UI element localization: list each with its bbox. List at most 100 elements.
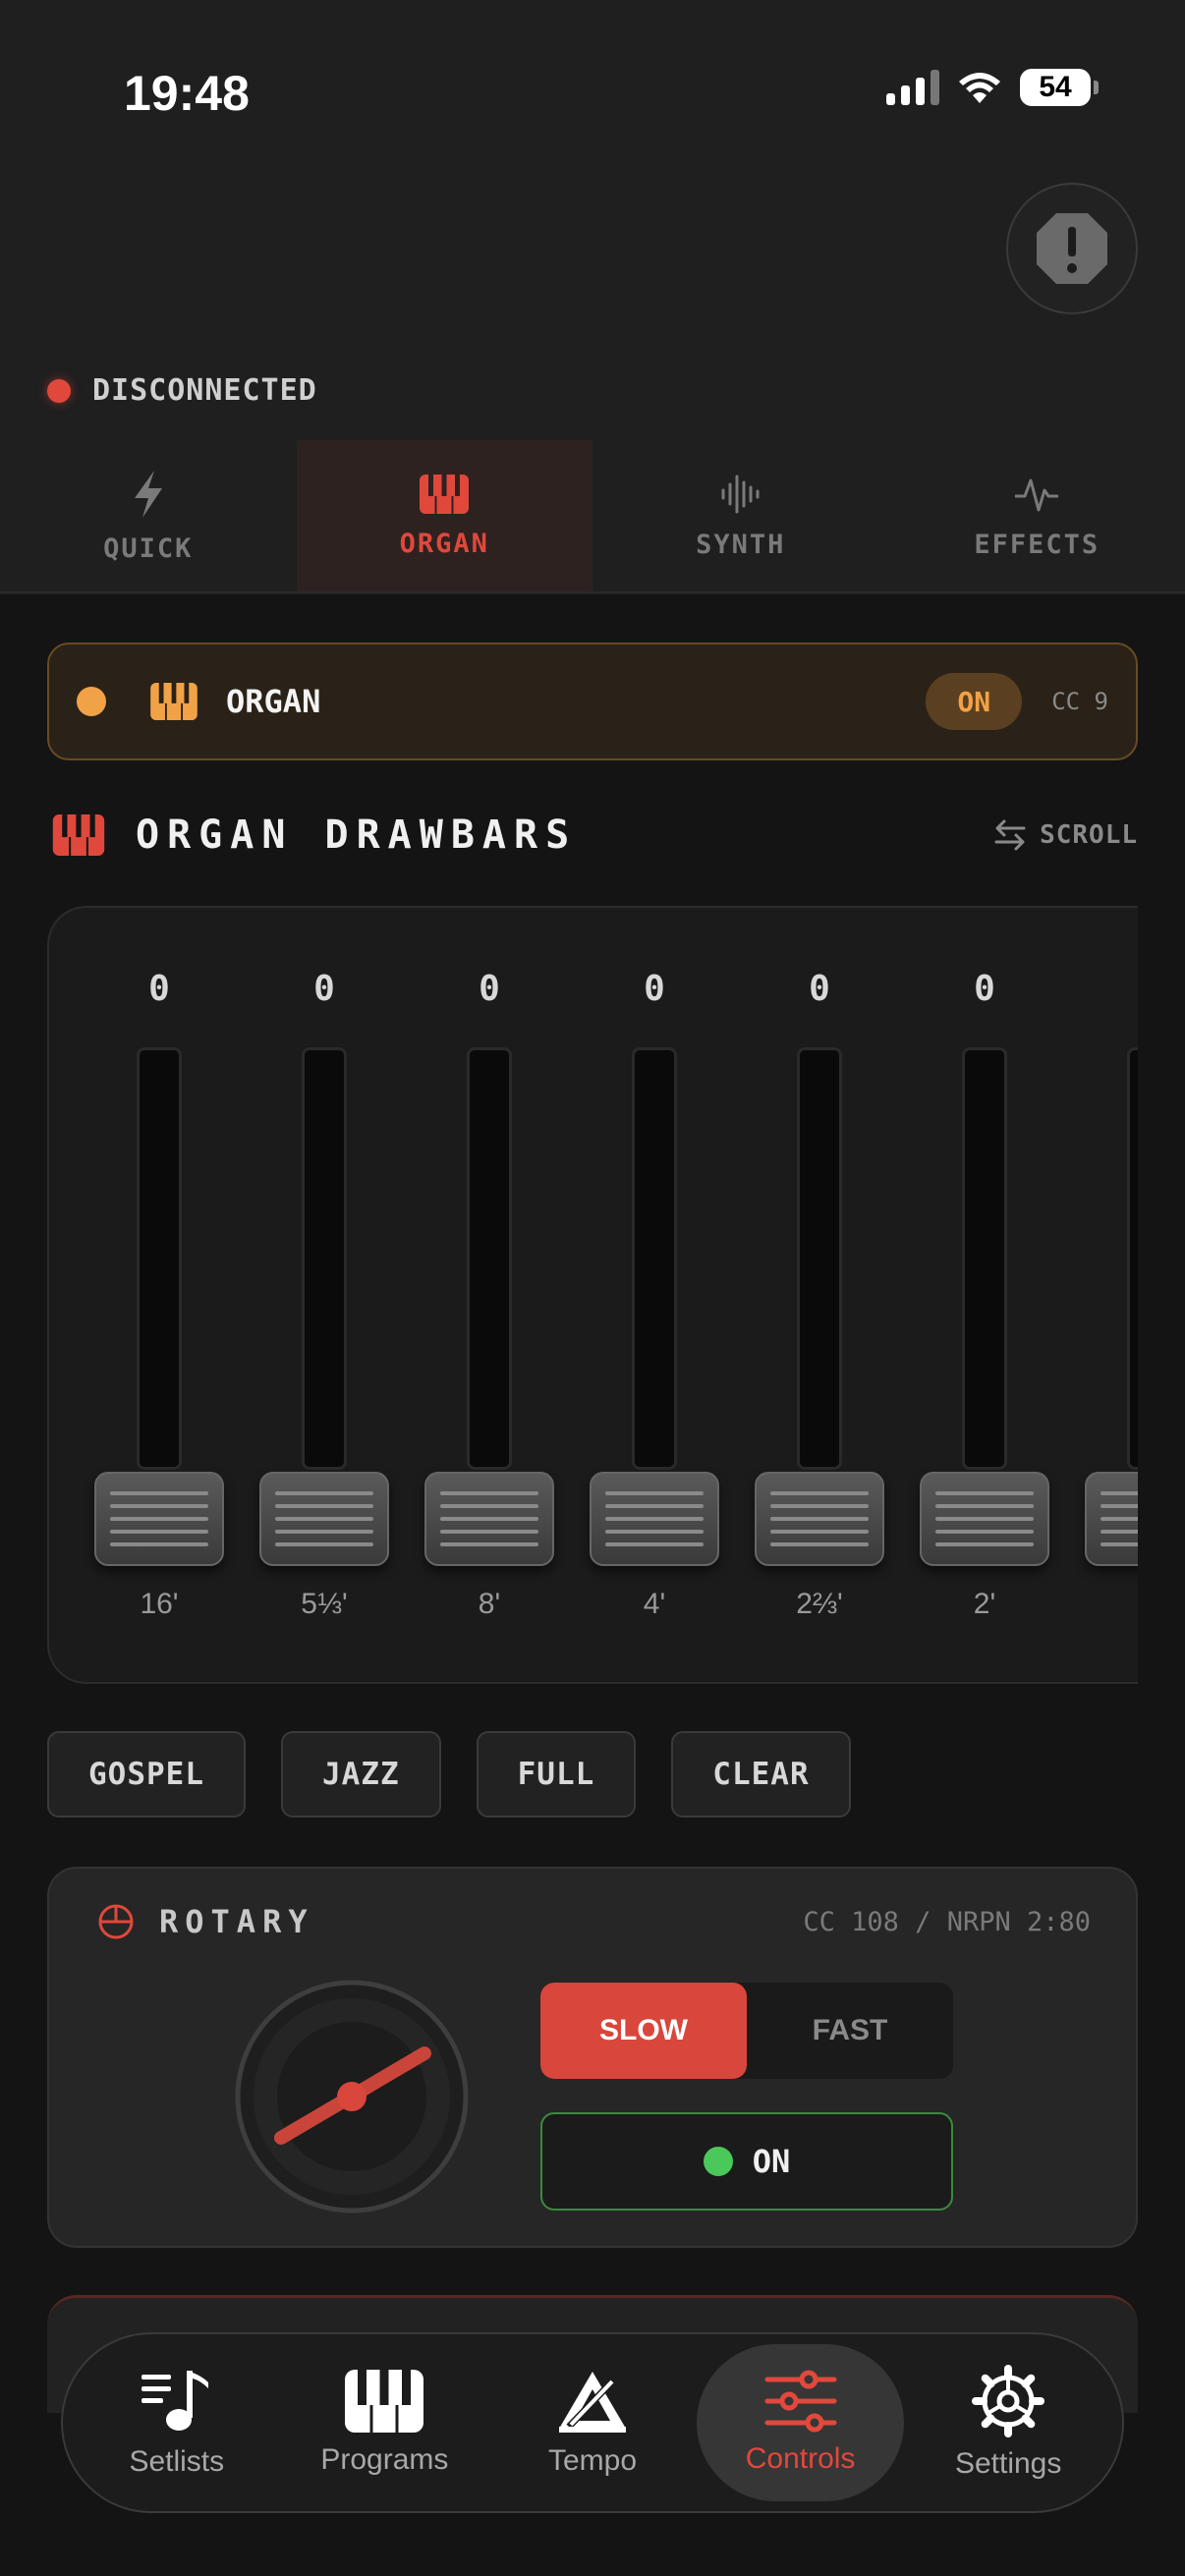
metronome-icon xyxy=(558,2372,626,2433)
module-on-toggle[interactable]: ON xyxy=(926,673,1023,730)
drawbar-value: 0 xyxy=(148,969,170,1009)
nav-label: Programs xyxy=(320,2443,449,2476)
drawbar-handle[interactable] xyxy=(755,1472,884,1566)
module-status-dot xyxy=(77,687,106,716)
tab-synth[interactable]: SYNTH xyxy=(592,440,889,591)
piano-keys-icon xyxy=(150,682,198,721)
drawbar[interactable]: 0 8' xyxy=(421,908,558,1682)
wifi-icon xyxy=(959,73,1000,103)
drawbars-header: ORGAN DRAWBARS SCROLL xyxy=(51,806,1138,865)
drawbar[interactable]: 0 16' xyxy=(90,908,228,1682)
drawbar[interactable]: 0 5⅓' xyxy=(255,908,393,1682)
drawbar-handle[interactable] xyxy=(94,1472,224,1566)
cellular-signal-icon xyxy=(886,70,939,105)
nav-label: Controls xyxy=(745,2442,856,2475)
piano-keys-icon xyxy=(345,2370,424,2433)
bottom-nav: Setlists Programs Tempo Controls Setting… xyxy=(61,2332,1124,2513)
scroll-hint-label: SCROLL xyxy=(1040,820,1138,850)
drawbar-track xyxy=(797,1047,842,1470)
drawbar-track xyxy=(467,1047,512,1470)
setlist-music-icon xyxy=(141,2371,208,2431)
drawbar-handle[interactable] xyxy=(920,1472,1049,1566)
drawbar[interactable]: 1 xyxy=(1081,908,1138,1682)
connection-dot xyxy=(47,378,71,403)
header-area: 19:48 54 DISCONNECTED QUICK ORGAN SYNTH … xyxy=(0,0,1185,594)
battery-level: 54 xyxy=(1020,69,1091,106)
connection-status: DISCONNECTED xyxy=(47,373,317,408)
drawbar-presets: GOSPEL JAZZ FULL CLEAR xyxy=(47,1731,851,1818)
drawbar-value: 0 xyxy=(479,969,500,1009)
nav-tempo[interactable]: Tempo xyxy=(488,2344,697,2501)
nav-settings[interactable]: Settings xyxy=(904,2344,1112,2501)
fast-option[interactable]: FAST xyxy=(747,1983,953,2079)
nav-label: Tempo xyxy=(547,2444,637,2477)
preset-jazz-button[interactable]: JAZZ xyxy=(280,1731,441,1818)
swap-arrows-icon xyxy=(994,819,1026,851)
piano-keys-icon xyxy=(420,474,470,514)
drawbars-title: ORGAN DRAWBARS xyxy=(136,812,578,858)
rotary-icon xyxy=(98,1904,134,1939)
rotary-on-button[interactable]: ON xyxy=(540,2112,953,2211)
organ-module-banner[interactable]: ORGAN ON CC 9 xyxy=(47,643,1138,760)
module-cc-label: CC 9 xyxy=(1051,688,1108,715)
preset-full-button[interactable]: FULL xyxy=(476,1731,637,1818)
pulse-icon xyxy=(1015,478,1059,511)
drawbar[interactable]: 0 4' xyxy=(586,908,723,1682)
rotary-cc-label: CC 108 / NRPN 2:80 xyxy=(803,1906,1091,1937)
tab-quick[interactable]: QUICK xyxy=(0,440,297,591)
tab-organ[interactable]: ORGAN xyxy=(296,440,592,591)
drawbar[interactable]: 0 2' xyxy=(916,908,1053,1682)
tab-label: EFFECTS xyxy=(974,529,1100,560)
alert-button[interactable] xyxy=(1006,183,1138,314)
drawbar-label: 16' xyxy=(140,1588,179,1620)
drawbar-label: 5⅓' xyxy=(301,1588,348,1620)
drawbar-value: 0 xyxy=(809,969,830,1009)
drawbar-track xyxy=(302,1047,347,1470)
drawbar-label: 4' xyxy=(643,1588,666,1620)
slow-option[interactable]: SLOW xyxy=(540,1983,747,2079)
drawbar-value: 0 xyxy=(644,969,665,1009)
drawbar-value: 0 xyxy=(974,969,995,1009)
rotary-speed-toggle[interactable]: SLOW FAST xyxy=(540,1983,953,2079)
drawbar-handle[interactable] xyxy=(590,1472,719,1566)
rotary-title: ROTARY xyxy=(159,1903,314,1940)
drawbar-label: 2⅔' xyxy=(796,1588,843,1620)
connection-label: DISCONNECTED xyxy=(92,373,317,408)
on-indicator-dot xyxy=(703,2147,733,2176)
tab-label: SYNTH xyxy=(696,529,786,560)
nav-controls[interactable]: Controls xyxy=(696,2344,905,2501)
rotary-knob[interactable] xyxy=(234,1979,470,2214)
drawbar-handle[interactable] xyxy=(424,1472,554,1566)
drawbar-label: 2' xyxy=(973,1588,996,1620)
scroll-hint: SCROLL xyxy=(992,817,1138,853)
tab-label: ORGAN xyxy=(399,528,489,559)
rotary-card: ROTARY CC 108 / NRPN 2:80 SLOW FAST ON xyxy=(47,1867,1138,2248)
sliders-icon xyxy=(764,2370,837,2433)
bolt-icon xyxy=(134,470,162,518)
drawbar[interactable]: 0 2⅔' xyxy=(751,908,888,1682)
drawbar-panel[interactable]: 0 16' 0 5⅓' 0 8' 0 4' 0 2⅔' 0 2' 1 xyxy=(47,906,1138,1684)
preset-gospel-button[interactable]: GOSPEL xyxy=(47,1731,246,1818)
drawbar-track xyxy=(632,1047,677,1470)
preset-clear-button[interactable]: CLEAR xyxy=(671,1731,851,1818)
nav-label: Setlists xyxy=(129,2445,225,2478)
nav-setlists[interactable]: Setlists xyxy=(73,2344,281,2501)
drawbar-handle[interactable] xyxy=(1085,1472,1138,1566)
drawbar-track xyxy=(1127,1047,1138,1470)
drawbar-label: 1 xyxy=(1081,1588,1138,1621)
drawbar-label: 8' xyxy=(478,1588,501,1620)
drawbar-track xyxy=(137,1047,182,1470)
rotary-on-label: ON xyxy=(752,2143,791,2180)
drawbar-handle[interactable] xyxy=(259,1472,389,1566)
battery-icon: 54 xyxy=(1020,69,1099,106)
nav-programs[interactable]: Programs xyxy=(281,2344,489,2501)
piano-keys-icon xyxy=(52,814,105,856)
tab-label: QUICK xyxy=(103,532,194,564)
category-tabs: QUICK ORGAN SYNTH EFFECTS xyxy=(0,440,1185,593)
module-name: ORGAN xyxy=(226,683,321,720)
status-time: 19:48 xyxy=(124,66,250,121)
rotary-header: ROTARY CC 108 / NRPN 2:80 xyxy=(96,1902,1091,1941)
alert-octagon-icon xyxy=(1037,213,1107,284)
gear-icon xyxy=(972,2365,1045,2437)
tab-effects[interactable]: EFFECTS xyxy=(889,440,1185,591)
